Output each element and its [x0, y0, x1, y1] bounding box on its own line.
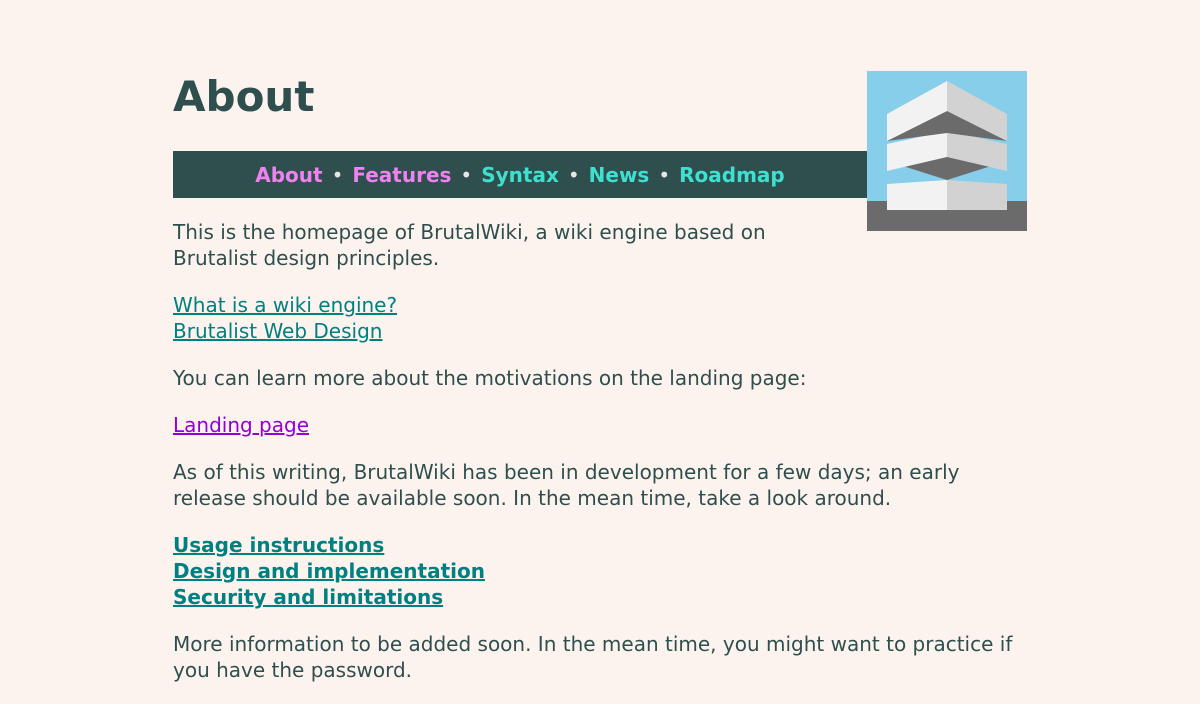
link-security-limitations[interactable]: Security and limitations [173, 585, 443, 609]
link-design-implementation[interactable]: Design and implementation [173, 559, 485, 583]
nav-link-roadmap[interactable]: Roadmap [679, 163, 785, 187]
nav-link-news[interactable]: News [589, 163, 650, 187]
main-content: This is the homepage of BrutalWiki, a wi… [173, 219, 1027, 704]
nav-separator: • [658, 162, 671, 187]
nav-separator: • [460, 162, 473, 187]
nav-separator: • [331, 162, 344, 187]
nav-link-syntax[interactable]: Syntax [481, 163, 559, 187]
brutalwiki-logo-icon [867, 71, 1027, 231]
page-title: About [173, 72, 315, 121]
nav-separator: • [567, 162, 580, 187]
link-landing-page[interactable]: Landing page [173, 413, 309, 437]
link-what-is-wiki-engine[interactable]: What is a wiki engine? [173, 293, 397, 317]
main-nav: About • Features • Syntax • News • Roadm… [173, 151, 867, 198]
status-paragraph: As of this writing, BrutalWiki has been … [173, 460, 960, 510]
link-brutalist-web-design[interactable]: Brutalist Web Design [173, 319, 382, 343]
landing-link-paragraph: Landing page [173, 412, 1027, 438]
documentation-links: Usage instructions Design and implementa… [173, 532, 1027, 610]
more-info-paragraph: More information to be added soon. In th… [173, 632, 1013, 682]
motivation-paragraph: You can learn more about the motivations… [173, 366, 807, 390]
reference-links: What is a wiki engine? Brutalist Web Des… [173, 292, 1027, 344]
intro-paragraph: This is the homepage of BrutalWiki, a wi… [173, 220, 766, 270]
nav-link-features[interactable]: Features [352, 163, 451, 187]
link-usage-instructions[interactable]: Usage instructions [173, 533, 384, 557]
nav-link-about[interactable]: About [255, 163, 322, 187]
